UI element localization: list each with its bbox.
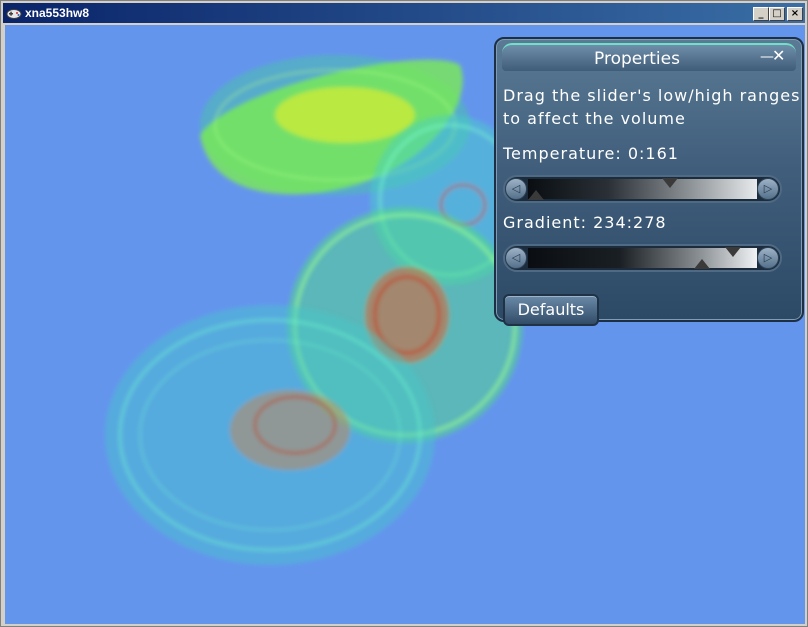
defaults-button[interactable]: Defaults [503,294,599,326]
gradient-high-thumb[interactable] [725,247,742,257]
temperature-slider[interactable]: ◁ ▷ [503,175,782,203]
gradient-left-arrow-button[interactable]: ◁ [505,247,527,269]
temperature-right-arrow-button[interactable]: ▷ [757,178,779,200]
panel-title: Properties [594,49,680,69]
title-bar[interactable]: xna553hw8 _ □ × [3,3,805,23]
gradient-low-thumb[interactable] [694,259,711,269]
gamepad-icon [6,9,22,19]
gradient-label: Gradient: 234:278 [503,213,667,232]
temperature-high-thumb[interactable] [662,178,679,188]
app-window: xna553hw8 _ □ × Properties — ✕ Drag the … [0,0,808,627]
minimize-button[interactable]: _ [753,7,769,21]
temperature-left-arrow-button[interactable]: ◁ [505,178,527,200]
temperature-gradient [528,178,757,200]
panel-header[interactable]: Properties — ✕ [502,43,796,71]
instructions-line-1: Drag the slider's low/high ranges [503,86,801,105]
panel-close-button[interactable]: ✕ [772,47,788,65]
gradient-slider[interactable]: ◁ ▷ [503,244,782,272]
temperature-label: Temperature: 0:161 [503,144,679,163]
lower-lobe [105,305,435,565]
window-title: xna553hw8 [25,6,90,20]
properties-panel[interactable]: Properties — ✕ Drag the slider's low/hig… [494,37,804,326]
gradient-gradient [528,247,757,269]
gradient-right-arrow-button[interactable]: ▷ [757,247,779,269]
render-viewport[interactable]: Properties — ✕ Drag the slider's low/hig… [5,25,805,624]
instructions-line-2: to affect the volume [503,109,686,128]
close-button[interactable]: × [787,7,803,21]
maximize-button[interactable]: □ [769,7,785,21]
temperature-low-thumb[interactable] [528,190,544,200]
